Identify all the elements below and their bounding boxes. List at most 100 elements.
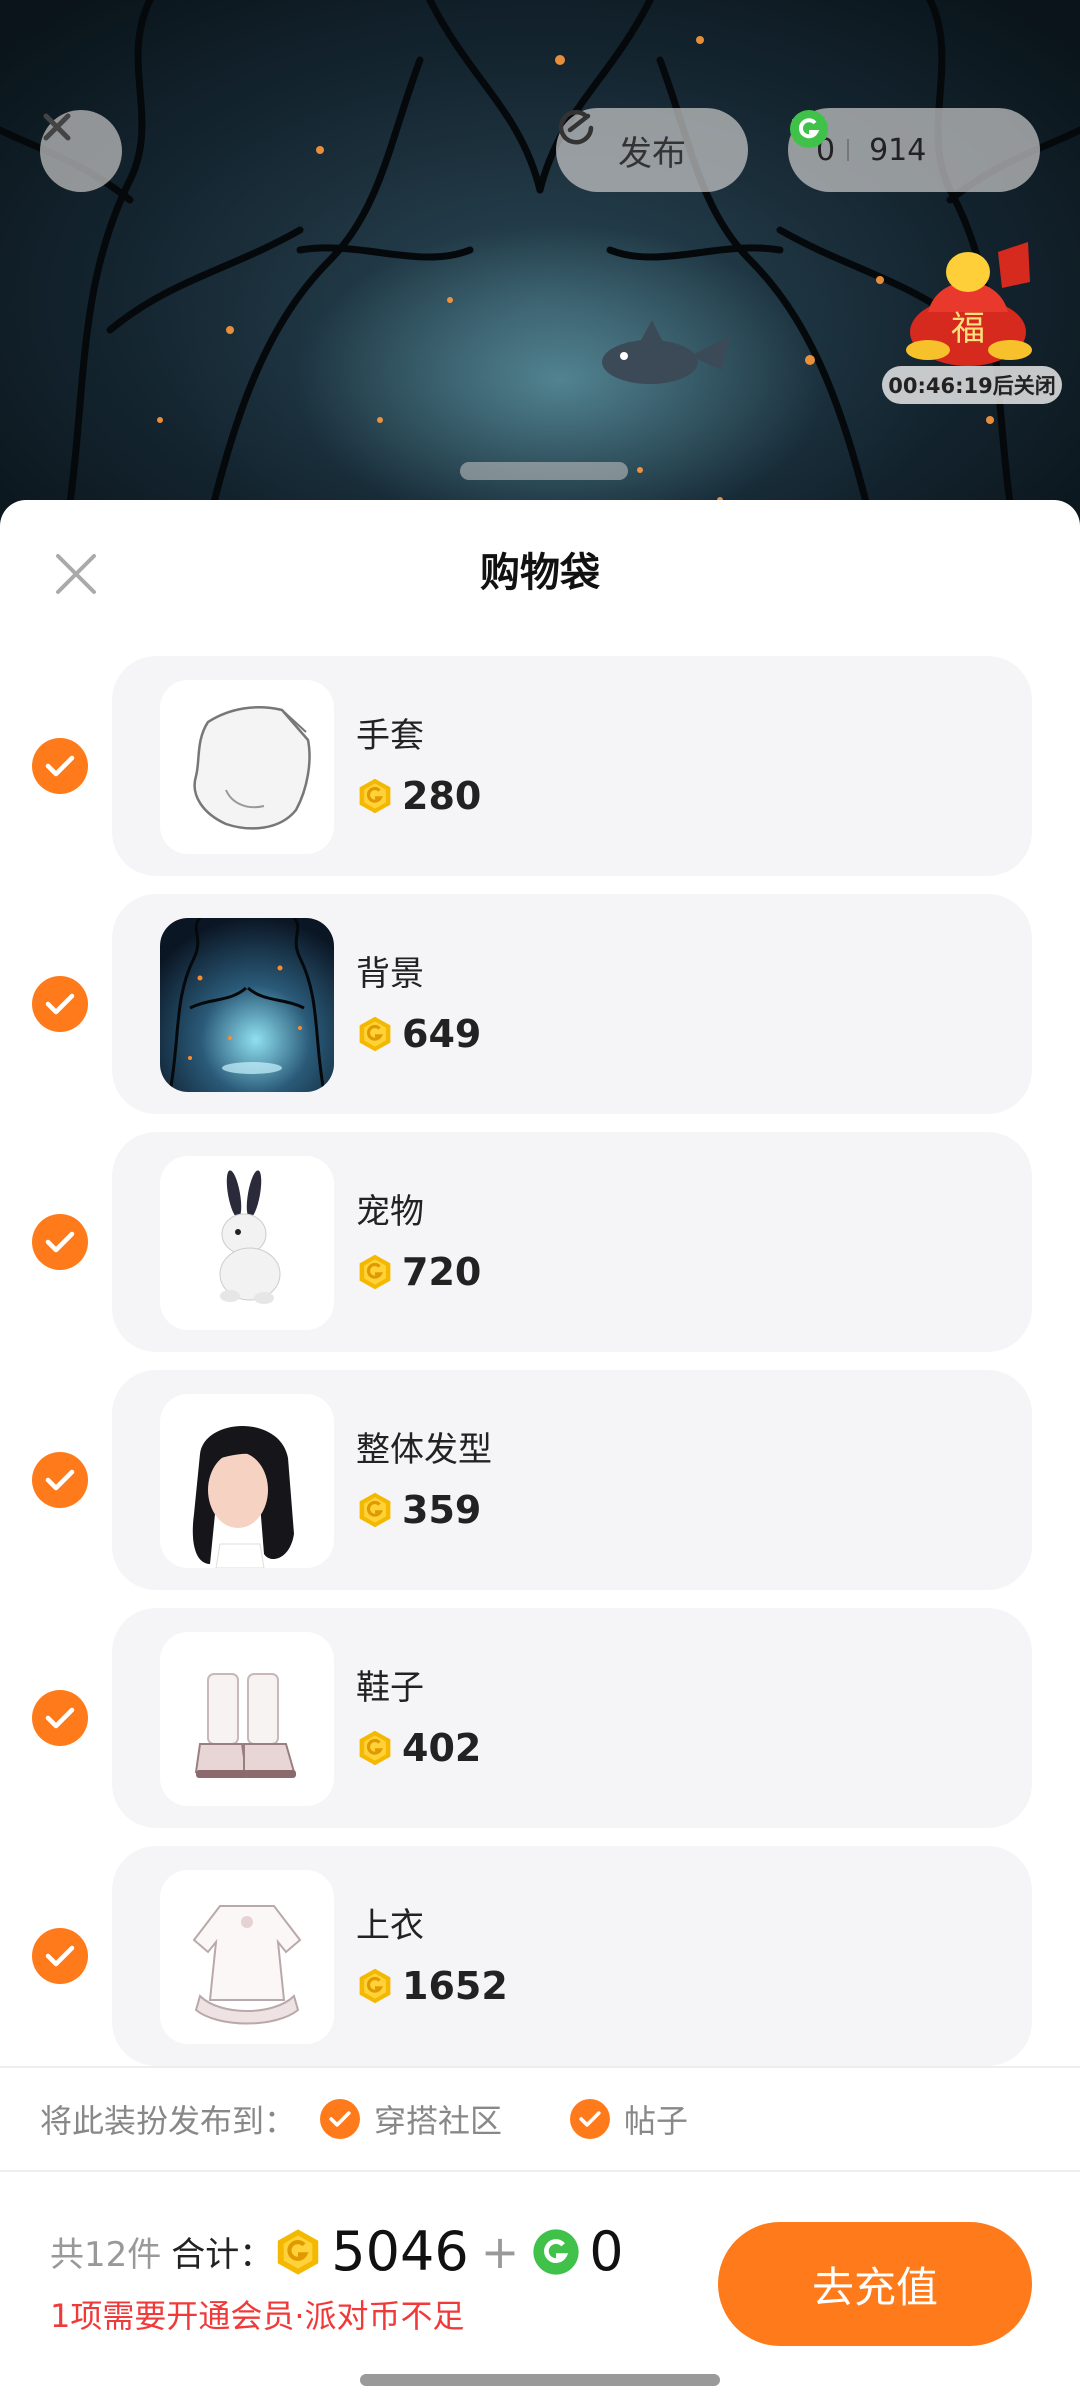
glove-icon (193, 706, 311, 830)
gold-coin-icon (278, 2228, 319, 2275)
publish-option-community[interactable]: 穿搭社区 (320, 2096, 502, 2142)
hairstyle-icon (192, 1426, 294, 1568)
lucky-bag-icon: 福 (906, 242, 1032, 366)
item-card[interactable]: 背景 649 (112, 894, 1032, 1114)
close-button[interactable] (40, 110, 122, 192)
item-thumbnail (160, 1632, 334, 1806)
cart-item[interactable]: 手套 280 (0, 656, 1080, 876)
item-card[interactable]: 上衣 1652 (112, 1846, 1032, 2066)
gold-coin-icon (359, 1254, 391, 1290)
countdown-timer: 00:46:19后关闭 (882, 366, 1062, 404)
item-price: 1652 (356, 1964, 508, 2008)
item-price: 720 (356, 1250, 481, 1294)
gold-total: 5046 (331, 2220, 469, 2283)
lucky-bag-badge[interactable]: 福 (898, 232, 1048, 372)
price-value: 1652 (402, 1964, 508, 2008)
divider (847, 139, 850, 161)
item-name: 鞋子 (356, 1668, 424, 1708)
cart-item[interactable]: 上衣 1652 (0, 1846, 1080, 2066)
check-icon (45, 1469, 75, 1491)
gold-coin-icon (359, 1492, 391, 1528)
item-thumbnail (160, 918, 334, 1092)
item-price: 402 (356, 1726, 481, 1770)
plus-sign: + (480, 2224, 520, 2279)
shark-pet (602, 320, 730, 384)
option-checkbox[interactable] (570, 2099, 611, 2139)
item-count: 共12件 (50, 2235, 162, 2275)
check-icon (579, 2111, 601, 2127)
item-thumbnail (160, 1156, 334, 1330)
check-icon (45, 755, 75, 777)
check-icon (329, 2111, 351, 2127)
price-value: 280 (402, 774, 482, 818)
check-icon (45, 993, 75, 1015)
item-thumbnail (160, 1870, 334, 2044)
item-checkbox[interactable] (32, 738, 88, 794)
order-summary: 共12件 合计： 5046 + 0 1项需要开通会员·派对币不足 (50, 2220, 624, 2337)
sheet-title: 购物袋 (480, 550, 600, 596)
item-card[interactable]: 宠物 720 (112, 1132, 1032, 1352)
recharge-button[interactable]: 去充值 (718, 2222, 1032, 2346)
total-line: 共12件 合计： 5046 + 0 (50, 2220, 624, 2283)
top-clothing-icon (192, 1905, 302, 2025)
price-value: 359 (402, 1488, 482, 1532)
item-price: 359 (356, 1488, 481, 1532)
pull-handle[interactable] (460, 462, 628, 480)
item-name: 宠物 (356, 1192, 424, 1232)
price-value: 402 (402, 1726, 482, 1770)
green-coin-icon (790, 110, 828, 148)
warning-text: 1项需要开通会员·派对币不足 (50, 2297, 465, 2335)
item-checkbox[interactable] (32, 1690, 88, 1746)
shoes-icon (194, 1673, 296, 1778)
item-checkbox[interactable] (32, 1928, 88, 1984)
publish-button[interactable]: 发布 (556, 108, 748, 192)
gold-coin-icon (359, 778, 391, 814)
item-card[interactable]: 手套 280 (112, 656, 1032, 876)
forest-background-icon (160, 918, 334, 1092)
publish-destination-bar: 将此装扮发布到： 穿搭社区 帖子 (0, 2066, 1080, 2172)
publish-label: 发布 (618, 133, 686, 174)
cart-item[interactable]: 背景 649 (0, 894, 1080, 1114)
shopping-bag-sheet: 购物袋 手套 280 背景 649 宠物 720 整体发型 359 鞋子 402… (0, 500, 1080, 2400)
item-checkbox[interactable] (32, 1452, 88, 1508)
item-name: 上衣 (356, 1906, 424, 1946)
item-name: 背景 (356, 954, 424, 994)
item-card[interactable]: 鞋子 402 (112, 1608, 1032, 1828)
check-icon (45, 1945, 75, 1967)
option-label: 帖子 (624, 2102, 689, 2140)
check-icon (45, 1231, 75, 1253)
gold-coin-icon (359, 1016, 391, 1052)
gold-coin-icon (359, 1968, 391, 2004)
gold-coin-icon (359, 1730, 391, 1766)
item-thumbnail (160, 1394, 334, 1568)
cart-item[interactable]: 宠物 720 (0, 1132, 1080, 1352)
item-checkbox[interactable] (32, 976, 88, 1032)
home-indicator[interactable] (360, 2374, 720, 2386)
item-name: 手套 (356, 716, 424, 756)
cart-item[interactable]: 鞋子 402 (0, 1608, 1080, 1828)
close-icon (43, 113, 71, 141)
price-value: 720 (402, 1250, 482, 1294)
green-balance: 914 (869, 132, 927, 168)
fu-character: 福 (951, 309, 985, 349)
option-checkbox[interactable] (320, 2099, 361, 2139)
green-total: 0 (589, 2220, 624, 2283)
item-card[interactable]: 整体发型 359 (112, 1370, 1032, 1590)
green-coin-icon (533, 2228, 579, 2275)
option-label: 穿搭社区 (374, 2102, 503, 2140)
publish-icon (558, 110, 594, 145)
total-label: 合计： (171, 2235, 274, 2275)
publish-option-post[interactable]: 帖子 (570, 2096, 688, 2142)
price-value: 649 (402, 1012, 482, 1056)
background-scene: 发布 0 914 福 00:46:19后关闭 (0, 0, 1080, 560)
cart-item[interactable]: 整体发型 359 (0, 1370, 1080, 1590)
item-thumbnail (160, 680, 334, 854)
item-price: 280 (356, 774, 481, 818)
currency-balance[interactable]: 0 914 (788, 108, 1040, 192)
check-icon (45, 1707, 75, 1729)
item-checkbox[interactable] (32, 1214, 88, 1270)
rabbit-icon (219, 1170, 281, 1304)
publish-destination-label: 将此装扮发布到： (40, 2102, 297, 2140)
item-price: 649 (356, 1012, 481, 1056)
item-name: 整体发型 (356, 1430, 492, 1470)
